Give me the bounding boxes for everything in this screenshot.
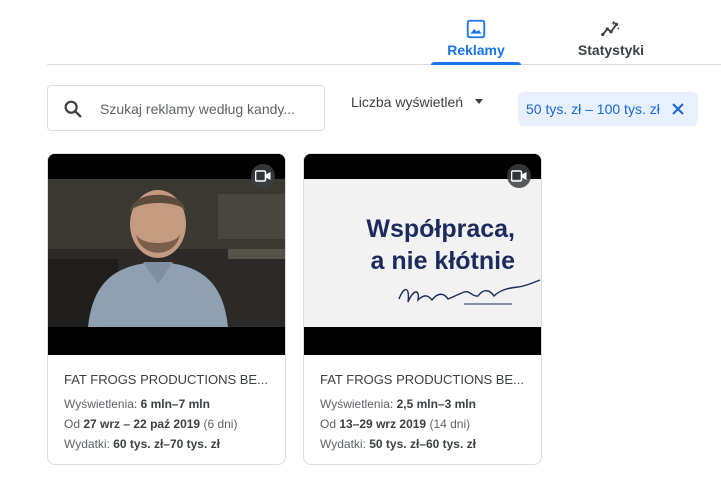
- tab-reklamy-label: Reklamy: [447, 42, 505, 58]
- spend-filter-chip[interactable]: 50 tys. zł – 100 tys. zł: [518, 92, 698, 126]
- search-icon: [64, 100, 82, 118]
- date-value: 13–29 wrz 2019: [339, 417, 427, 431]
- video-badge: [251, 164, 275, 188]
- image-icon: [466, 19, 486, 39]
- views-filter-dropdown[interactable]: Liczba wyświetleń: [351, 94, 484, 116]
- advertiser-name[interactable]: FAT FROGS PRODUCTIONS BE...: [320, 372, 529, 387]
- video-frame-image: [48, 154, 285, 355]
- views-value: 6 mln–7 mln: [140, 397, 210, 411]
- advertiser-name[interactable]: FAT FROGS PRODUCTIONS BE...: [64, 372, 273, 387]
- thumbnail-headline-1: Współpraca,: [366, 215, 515, 243]
- views-row: Wyświetlenia: 6 mln–7 mln: [64, 397, 273, 412]
- active-tab-indicator: [431, 62, 521, 65]
- close-icon[interactable]: [670, 101, 686, 117]
- tab-bar: Reklamy Statystyki: [47, 0, 721, 65]
- tab-reklamy[interactable]: Reklamy: [431, 0, 521, 65]
- videocam-icon: [511, 170, 527, 182]
- spend-value: 60 tys. zł–70 tys. zł: [113, 437, 220, 451]
- date-value: 27 wrz – 22 paź 2019: [83, 417, 201, 431]
- date-days: (14 dni): [429, 417, 471, 431]
- views-label: Wyświetlenia:: [320, 397, 394, 411]
- date-row: Od 27 wrz – 22 paź 2019 (6 dni): [64, 417, 273, 432]
- spend-row: Wydatki: 60 tys. zł–70 tys. zł: [64, 437, 273, 452]
- spend-filter-chip-label: 50 tys. zł – 100 tys. zł: [526, 101, 660, 117]
- videocam-icon: [255, 170, 271, 182]
- tab-statystyki-label: Statystyki: [577, 42, 645, 58]
- views-label: Wyświetlenia:: [64, 397, 138, 411]
- spend-label: Wydatki:: [64, 437, 110, 451]
- ad-card[interactable]: FAT FROGS PRODUCTIONS BE... Wyświetlenia…: [47, 153, 286, 465]
- ad-thumbnail[interactable]: [48, 154, 285, 355]
- date-days: (6 dni): [203, 417, 238, 431]
- ad-thumbnail[interactable]: Współpraca, a nie kłótnie: [304, 154, 541, 355]
- ad-card-body: FAT FROGS PRODUCTIONS BE... Wyświetlenia…: [320, 372, 529, 457]
- views-value: 2,5 mln–3 mln: [396, 397, 476, 411]
- search-box[interactable]: [47, 85, 325, 131]
- date-row: Od 13–29 wrz 2019 (14 dni): [320, 417, 529, 432]
- spend-label: Wydatki:: [320, 437, 366, 451]
- date-prefix: Od: [320, 417, 337, 431]
- date-prefix: Od: [64, 417, 81, 431]
- ad-card-body: FAT FROGS PRODUCTIONS BE... Wyświetlenia…: [64, 372, 273, 457]
- caret-down-icon: [475, 98, 484, 104]
- views-row: Wyświetlenia: 2,5 mln–3 mln: [320, 397, 529, 412]
- ad-card[interactable]: Współpraca, a nie kłótnie FAT FROGS PROD…: [303, 153, 542, 465]
- video-badge: [507, 164, 531, 188]
- search-input[interactable]: [100, 98, 312, 120]
- tab-statystyki[interactable]: Statystyki: [566, 0, 656, 64]
- views-filter-label: Liczba wyświetleń: [351, 94, 464, 110]
- spend-row: Wydatki: 50 tys. zł–60 tys. zł: [320, 437, 529, 452]
- insights-icon: [601, 20, 620, 37]
- spend-value: 50 tys. zł–60 tys. zł: [369, 437, 476, 451]
- thumbnail-headline-2: a nie kłótnie: [370, 247, 515, 275]
